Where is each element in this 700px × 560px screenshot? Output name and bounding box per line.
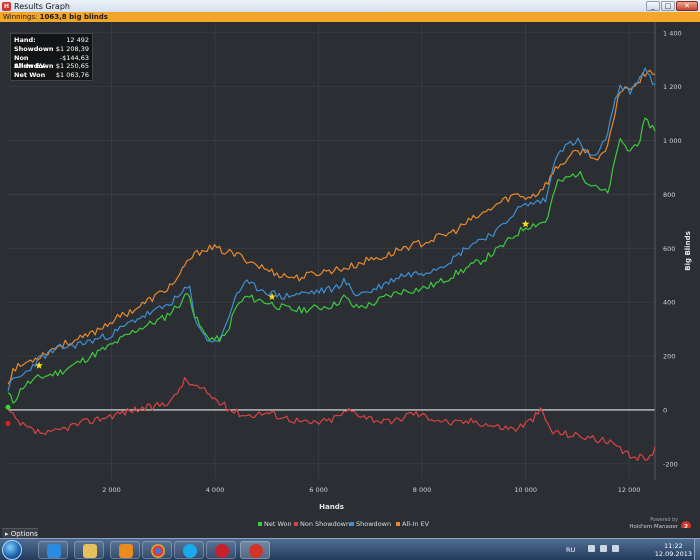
taskbar-ie[interactable] — [38, 541, 68, 559]
clock-time: 11:22 — [664, 542, 683, 550]
close-button[interactable]: ✕ — [676, 1, 698, 11]
taskbar-chrome[interactable] — [142, 541, 172, 559]
window-titlebar: H Results Graph _ □ ✕ — [0, 0, 700, 12]
show-desktop-button[interactable] — [694, 539, 700, 560]
stat-value: -$144,63 — [59, 53, 89, 62]
system-tray: RU 11:22 12.09.2013 — [560, 539, 700, 560]
legend-entry[interactable]: Showdown — [356, 520, 391, 528]
taskbar-skype[interactable] — [174, 541, 204, 559]
window-title: Results Graph — [14, 1, 70, 11]
stats-row-showdown: Showdown $1 208,39 — [14, 45, 89, 54]
y-tick-label: 800 — [663, 191, 675, 199]
legend-swatch — [294, 522, 298, 526]
skype-icon — [183, 544, 197, 558]
start-button[interactable] — [2, 540, 22, 560]
holdem-manager-icon — [249, 544, 263, 558]
x-tick-label: 2 000 — [102, 486, 121, 494]
options-bar: ▸ Options — [0, 528, 700, 538]
plot-area — [8, 22, 655, 480]
folder-icon — [83, 544, 97, 558]
stats-box: Hand: 12 492 Showdown $1 208,39 Non Show… — [10, 33, 93, 81]
network-icon[interactable] — [600, 545, 607, 552]
pokerstars-icon — [215, 544, 229, 558]
stats-row-hand: Hand: 12 492 — [14, 36, 89, 45]
winnings-bar: Winnings: 1063,8 big blinds — [0, 12, 700, 22]
options-button[interactable]: ▸ Options — [2, 528, 38, 538]
stats-row-net-won: Net Won $1 063,76 — [14, 71, 89, 80]
y-tick-label: 1 200 — [663, 83, 682, 91]
stat-label: Showdown — [14, 44, 54, 53]
y-tick-label: 600 — [663, 245, 675, 253]
windows-taskbar: RU 11:22 12.09.2013 — [0, 538, 700, 560]
legend-swatch — [258, 522, 262, 526]
legend-entry[interactable]: Net Won — [264, 520, 292, 528]
options-label: Options — [10, 530, 38, 538]
language-indicator[interactable]: RU — [566, 546, 575, 554]
taskbar-holdem-manager[interactable] — [240, 541, 270, 559]
x-tick-label: 12 000 — [618, 486, 641, 494]
stat-value: $1 063,76 — [55, 71, 89, 80]
stats-row-non-showdown: Non Showdown -$144,63 — [14, 53, 89, 71]
legend-entry[interactable]: All-In EV — [402, 520, 430, 528]
internet-explorer-icon — [47, 544, 61, 558]
x-tick-label: 8 000 — [413, 486, 432, 494]
media-player-icon — [119, 544, 133, 558]
x-axis-label: Hands — [319, 503, 344, 511]
legend-swatch — [350, 522, 354, 526]
results-chart-svg[interactable]: 2 000 4 000 6 000 8 000 10 000 12 000 -200 0 200… — [0, 22, 700, 528]
clock[interactable]: 11:22 12.09.2013 — [655, 542, 692, 558]
stat-value: $1 208,39 — [55, 44, 89, 53]
start-point-marker — [5, 420, 11, 426]
taskbar-pokerstars[interactable] — [206, 541, 236, 559]
stat-label: Hand: — [14, 36, 36, 44]
y-tick-label: 400 — [663, 299, 675, 307]
stat-label: Net Won — [14, 71, 46, 80]
stat-label: Non Showdown — [14, 53, 54, 71]
y-tick-label: -200 — [663, 460, 678, 468]
y-tick-label: 1 400 — [663, 29, 682, 37]
taskbar-media[interactable] — [110, 541, 140, 559]
x-tick-label: 6 000 — [309, 486, 328, 494]
y-axis-label: Big Blinds — [684, 231, 692, 270]
branding-powered-by: Powered by — [650, 517, 678, 523]
tray-expand-icon[interactable] — [588, 545, 595, 552]
legend-entry[interactable]: Non Showdown — [300, 520, 350, 528]
results-graph[interactable]: 2 000 4 000 6 000 8 000 10 000 12 000 -200 0 200… — [0, 22, 700, 528]
y-tick-label: 200 — [663, 353, 675, 361]
stat-value: $1 250,65 — [55, 62, 89, 71]
maximize-button[interactable]: □ — [661, 1, 675, 11]
legend-swatch — [396, 522, 400, 526]
chrome-icon — [151, 544, 165, 558]
y-tick-label: 0 — [663, 406, 667, 414]
holdem-manager-app-icon: H — [2, 1, 11, 11]
start-point-marker — [5, 404, 11, 410]
y-tick-label: 1 000 — [663, 137, 682, 145]
stat-value: 12 492 — [66, 36, 89, 44]
clock-date: 12.09.2013 — [654, 550, 692, 558]
volume-icon[interactable] — [612, 545, 619, 552]
winnings-value: 1063,8 big blinds — [39, 13, 108, 21]
x-tick-label: 10 000 — [514, 486, 537, 494]
x-tick-label: 4 000 — [206, 486, 225, 494]
minimize-button[interactable]: _ — [646, 1, 660, 11]
winnings-label: Winnings: — [3, 13, 38, 21]
taskbar-explorer[interactable] — [74, 541, 104, 559]
stat-label: All-In EV — [14, 62, 45, 71]
